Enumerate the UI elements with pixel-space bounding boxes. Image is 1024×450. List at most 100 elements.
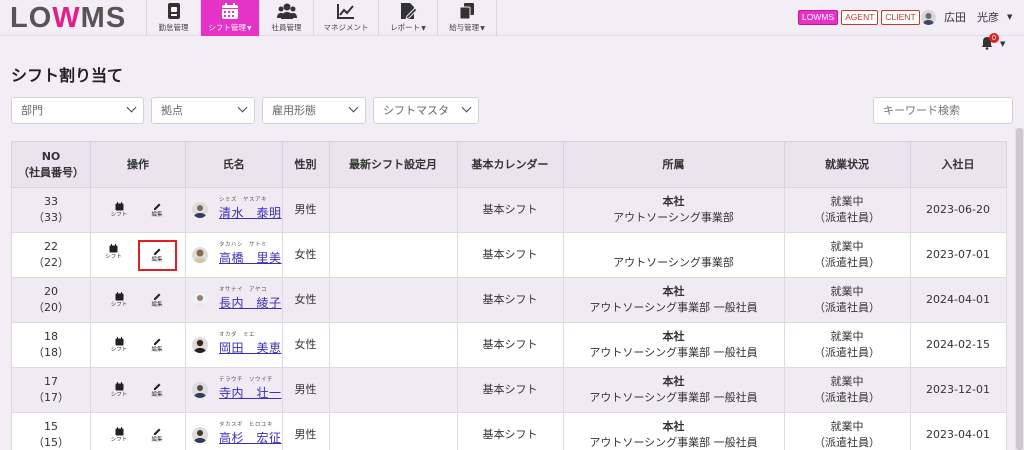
- employee-photo: [192, 246, 208, 263]
- vertical-scrollbar[interactable]: [1015, 128, 1024, 450]
- calendar-cell: 基本シフト: [456, 322, 564, 368]
- shift-button[interactable]: シフト: [102, 242, 126, 269]
- affiliation-dept: アウトソーシング事業部: [613, 211, 734, 224]
- top-header: LO W MS 勤怠管理 シフト管理▼ 社員管理 マネジメント レポート▼ 給与管理…: [0, 0, 1024, 36]
- row-no: 18: [44, 330, 58, 344]
- edit-button[interactable]: 編集: [145, 200, 169, 220]
- location-select[interactable]: 拠点: [151, 97, 255, 124]
- latest-shift-cell: [328, 322, 458, 368]
- row-no: 33: [44, 195, 58, 209]
- table-header-row: NO （社員番号） 操作 氏名 性別 最新シフト設定月 基本カレンダー 所属 就業…: [11, 141, 1007, 188]
- latest-shift-cell: [328, 232, 458, 278]
- name-kana: タカハシ サトミ: [219, 242, 268, 249]
- keyword-search-input[interactable]: [873, 97, 1013, 124]
- calendar-cell: 基本シフト: [456, 187, 564, 233]
- calendar-icon: [115, 292, 123, 301]
- notification-count: 0: [989, 33, 999, 43]
- shift-button[interactable]: シフト: [107, 200, 131, 220]
- department-select[interactable]: 部門: [11, 97, 144, 124]
- lowms-logo[interactable]: LO W MS: [10, 1, 126, 34]
- employee-photo: [192, 381, 208, 398]
- col-status: 就業状況: [783, 141, 911, 188]
- scrollbar-thumb[interactable]: [1016, 128, 1023, 450]
- system-badges: LOWMS AGENT CLIENT: [798, 10, 920, 25]
- logo-mark: W: [52, 1, 81, 34]
- edit-label: 編集: [151, 302, 163, 309]
- row-emp-no: （15）: [33, 436, 69, 449]
- status-sub: （派遣社員）: [814, 346, 881, 359]
- clipboard-icon: [167, 3, 180, 19]
- status-text: 就業中: [830, 285, 864, 299]
- employee-name-link[interactable]: 岡田 美恵: [219, 340, 282, 357]
- edit-button[interactable]: 編集: [145, 425, 169, 445]
- row-emp-no: （22）: [33, 256, 69, 269]
- user-name: 広田 光彦: [944, 11, 999, 24]
- badge-client[interactable]: CLIENT: [881, 10, 920, 25]
- edit-button-highlighted[interactable]: 編集: [137, 239, 177, 271]
- badge-agent[interactable]: AGENT: [841, 10, 879, 25]
- edit-button[interactable]: 編集: [145, 335, 169, 355]
- col-ops: 操作: [90, 141, 186, 188]
- shift-button[interactable]: シフト: [107, 380, 131, 400]
- affiliation-office: 本社: [662, 375, 685, 389]
- col-gender: 性別: [281, 141, 330, 188]
- edit-button[interactable]: 編集: [145, 290, 169, 310]
- employee-name-link[interactable]: 長内 綾子: [219, 295, 282, 312]
- status-text: 就業中: [830, 195, 864, 209]
- status-sub: （派遣社員）: [814, 301, 881, 314]
- badge-lowms[interactable]: LOWMS: [798, 10, 839, 25]
- nav-report[interactable]: レポート▼: [378, 0, 437, 36]
- table-row: 22 （22） シフト 編集 タカハシ サトミ 高橋 里美 女性 基本シフト アウト…: [11, 232, 1007, 278]
- row-no: 17: [44, 375, 58, 389]
- row-no: 15: [44, 420, 58, 434]
- edit-label: 編集: [151, 212, 163, 219]
- gender-cell: 男性: [281, 187, 330, 233]
- col-affiliation: 所属: [562, 141, 785, 188]
- page-title: シフト割り当て: [11, 66, 124, 85]
- col-latest-shift: 最新シフト設定月: [328, 141, 458, 188]
- nav-payroll[interactable]: 給与管理▼: [437, 0, 497, 36]
- nav-shift[interactable]: シフト管理▼: [200, 0, 259, 36]
- latest-shift-cell: [328, 277, 458, 323]
- caret-down-icon[interactable]: ▼: [1000, 40, 1005, 48]
- shift-button[interactable]: シフト: [107, 425, 131, 445]
- row-emp-no: （18）: [33, 346, 69, 359]
- employment-type-select[interactable]: 雇用形態: [262, 97, 366, 124]
- table-row: 18 （18） シフト 編集 オカダ ミエ 岡田 美恵 女性 基本シフト 本社 アウト…: [11, 322, 1007, 368]
- user-menu[interactable]: 広田 光彦 ▼: [921, 9, 1012, 25]
- copy-icon: [459, 3, 474, 20]
- nav-label: シフト管理: [208, 23, 246, 32]
- nav-label: 社員管理: [271, 23, 302, 32]
- employee-photo: [192, 426, 208, 443]
- caret-down-icon: ▼: [246, 25, 252, 32]
- pencil-icon: [153, 248, 160, 256]
- edit-label: 編集: [151, 437, 163, 444]
- employee-name-link[interactable]: 寺内 壮一: [219, 385, 282, 402]
- affiliation-office: 本社: [662, 285, 685, 299]
- table-row: 17 （17） シフト 編集 テラウチ ソウイチ 寺内 壮一 男性 基本シフト 本社…: [11, 367, 1007, 413]
- nav-employees[interactable]: 社員管理: [259, 0, 313, 36]
- row-emp-no: （17）: [33, 391, 69, 404]
- status-text: 就業中: [830, 240, 864, 254]
- select-value: 雇用形態: [272, 104, 316, 117]
- chevron-down-icon: [461, 102, 472, 113]
- users-icon: [276, 3, 297, 19]
- latest-shift-cell: [328, 412, 458, 450]
- shift-master-select[interactable]: シフトマスタ: [373, 97, 479, 124]
- employee-name-link[interactable]: 高杉 宏征: [219, 430, 282, 447]
- affiliation-office: 本社: [662, 195, 685, 209]
- employee-name-link[interactable]: 清水 泰明: [219, 205, 282, 222]
- nav-attendance[interactable]: 勤怠管理: [146, 0, 200, 36]
- edit-button[interactable]: 編集: [145, 380, 169, 400]
- nav-management[interactable]: マネジメント: [313, 0, 378, 36]
- name-kana: タカスギ ヒロユキ: [219, 422, 274, 429]
- shift-button[interactable]: シフト: [107, 335, 131, 355]
- employee-photo: [192, 336, 208, 353]
- shift-label: シフト: [110, 347, 128, 354]
- shift-button[interactable]: シフト: [107, 290, 131, 310]
- join-date-cell: 2023-12-01: [909, 367, 1007, 413]
- employee-name-link[interactable]: 高橋 里美: [219, 250, 282, 267]
- logo-prefix: LO: [10, 1, 53, 34]
- shift-label: シフト: [105, 253, 122, 260]
- status-sub: （派遣社員）: [814, 211, 881, 224]
